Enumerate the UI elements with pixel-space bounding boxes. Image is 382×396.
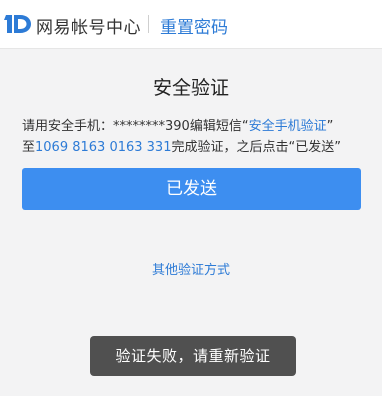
error-toast: 验证失败，请重新验证 xyxy=(90,336,296,376)
brand-name[interactable]: 网易帐号中心 xyxy=(36,13,141,38)
instruction-line-2: 至1069 8163 0163 331完成验证，之后点击“已发送” xyxy=(22,137,372,158)
instruction-then: 完成验证，之后点击“ xyxy=(171,140,296,155)
sent-button[interactable]: 已发送 xyxy=(22,168,361,210)
1d-logo-icon[interactable] xyxy=(4,12,32,36)
header-divider xyxy=(148,15,149,33)
top-header: 网易帐号中心 重置密码 xyxy=(0,0,382,49)
sms-content: 安全手机验证 xyxy=(248,119,327,134)
instruction-quote-close-2: ” xyxy=(334,140,341,155)
page-name: 重置密码 xyxy=(160,18,228,38)
page-title: 安全验证 xyxy=(152,77,229,99)
instruction-prefix: 请用安全手机： xyxy=(22,119,114,134)
verification-instructions: 请用安全手机：********390编辑短信“安全手机验证” 至1069 816… xyxy=(22,116,372,158)
instruction-to: 至 xyxy=(22,140,36,155)
instruction-line-1: 请用安全手机：********390编辑短信“安全手机验证” xyxy=(22,116,372,137)
instruction-mid: 编辑短信“ xyxy=(189,119,249,134)
instruction-quote-close: ” xyxy=(326,119,334,134)
target-number[interactable]: 1069 8163 0163 331 xyxy=(35,140,171,155)
masked-phone: ********390 xyxy=(113,119,190,134)
other-verification-methods-link[interactable]: 其他验证方式 xyxy=(0,259,382,278)
instruction-action: 已发送 xyxy=(295,140,335,155)
